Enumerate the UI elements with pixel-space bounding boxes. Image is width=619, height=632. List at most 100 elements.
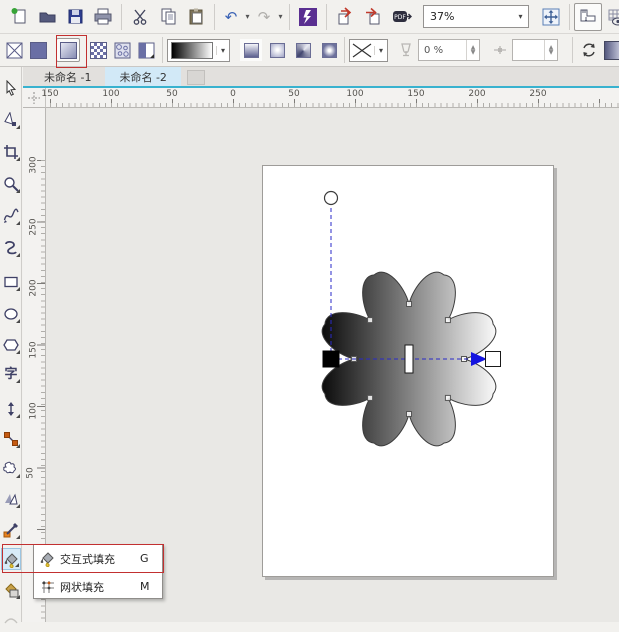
chevron-down-icon[interactable]: ▾	[216, 46, 229, 55]
tool-freehand[interactable]	[1, 205, 21, 227]
tool-polygon[interactable]	[1, 334, 21, 356]
uniform-fill-button[interactable]	[26, 38, 50, 62]
shape-node[interactable]	[445, 318, 450, 323]
paint-bucket-icon	[34, 550, 60, 567]
gradient-start-handle[interactable]	[323, 351, 339, 367]
tool-crop[interactable]	[1, 141, 21, 163]
tool-effects[interactable]	[1, 488, 21, 510]
tool-connector[interactable]	[1, 428, 21, 450]
fountain-fill-button[interactable]	[56, 38, 80, 62]
tool-interactive-fill[interactable]	[1, 548, 21, 570]
menu-item-label: 网状填充	[60, 579, 140, 595]
document-page[interactable]	[262, 165, 554, 577]
export-button[interactable]	[359, 3, 387, 31]
spinner-steppers[interactable]: ▲▼	[466, 40, 479, 60]
print-button[interactable]	[89, 3, 117, 31]
tool-smart-drawing[interactable]	[1, 237, 21, 259]
publish-pdf-button[interactable]: PDF	[387, 3, 415, 31]
gradient-style-square-button[interactable]	[318, 39, 340, 61]
menu-item-interactive-fill[interactable]: 交互式填充 G	[34, 545, 162, 572]
gradient-rotation-handle[interactable]	[325, 192, 338, 205]
texture-fill-icon	[114, 42, 131, 59]
gradient-style-radial-button[interactable]	[266, 39, 288, 61]
gradient-end-handle[interactable]	[486, 352, 501, 367]
separator	[572, 37, 573, 63]
show-rulers-button[interactable]	[574, 3, 602, 31]
undo-dropdown[interactable]: ▾	[243, 6, 252, 28]
copy-fill-properties-button[interactable]	[577, 38, 601, 62]
postscript-fill-button[interactable]	[134, 38, 158, 62]
paste-icon	[187, 7, 206, 26]
separator	[344, 37, 345, 63]
menu-item-mesh-fill[interactable]: 网状填充 M	[34, 573, 162, 600]
no-fill-button[interactable]	[2, 38, 26, 62]
gradient-midpoint-slider[interactable]	[405, 345, 413, 373]
ruler-label: 250	[29, 218, 39, 235]
tool-zoom[interactable]	[1, 173, 21, 195]
tool-smart-fill[interactable]	[1, 579, 21, 601]
pattern-fill-button[interactable]	[86, 38, 110, 62]
zoom-to-fit-button[interactable]	[537, 3, 565, 31]
separator	[214, 4, 215, 30]
gradient-arrow-icon	[471, 352, 487, 366]
paste-button[interactable]	[182, 3, 210, 31]
chevron-down-icon[interactable]: ▾	[513, 6, 528, 27]
property-bar: ▾ ▾ 0 % ▲▼ ▲▼	[0, 34, 619, 67]
gradient-style-conical-button[interactable]	[292, 39, 314, 61]
zoom-level-combobox[interactable]: 37% ▾	[423, 5, 529, 28]
spinner-steppers[interactable]: ▲▼	[544, 40, 557, 60]
crop-icon	[3, 144, 19, 160]
ruler-label: 50	[26, 467, 36, 478]
shape-node[interactable]	[445, 395, 450, 400]
text-tool-icon: 字	[4, 368, 17, 381]
tool-color-eyedropper[interactable]	[1, 519, 21, 541]
shape-node[interactable]	[407, 412, 412, 417]
gradient-style-linear-button[interactable]	[240, 39, 262, 61]
shape-node[interactable]	[407, 302, 412, 307]
redo-button[interactable]: ↷	[252, 5, 276, 29]
dimension-icon	[3, 401, 19, 417]
tool-rectangle[interactable]	[1, 271, 21, 293]
no-color-icon	[350, 42, 374, 59]
effects-icon	[3, 491, 19, 507]
menu-item-label: 交互式填充	[60, 551, 140, 567]
show-grid-button[interactable]	[602, 3, 619, 31]
edit-fill-button[interactable]	[601, 38, 619, 62]
shape-node[interactable]	[368, 318, 373, 323]
chevron-down-icon[interactable]: ▾	[374, 46, 387, 55]
node-color-dropdown[interactable]: ▾	[349, 39, 388, 62]
save-button[interactable]	[61, 3, 89, 31]
tool-blend[interactable]	[1, 458, 21, 480]
tool-dimension[interactable]	[1, 398, 21, 420]
midpoint-spinner[interactable]: ▲▼	[512, 39, 558, 61]
texture-fill-button[interactable]	[110, 38, 134, 62]
horizontal-ruler[interactable]: 150 100 50 0 50 100 150 200 250	[46, 88, 619, 108]
node-transparency-spinner[interactable]: 0 % ▲▼	[418, 39, 480, 61]
copy-button[interactable]	[154, 3, 182, 31]
tab-untitled-2[interactable]: 未命名 -2	[105, 67, 180, 86]
tool-ellipse[interactable]	[1, 303, 21, 325]
redo-dropdown[interactable]: ▾	[276, 6, 285, 28]
shape-node[interactable]	[368, 395, 373, 400]
tool-shape-edit[interactable]	[1, 109, 21, 131]
application-launcher-button[interactable]	[294, 3, 322, 31]
tool-partial[interactable]	[1, 610, 21, 632]
open-button[interactable]	[33, 3, 61, 31]
tool-pick[interactable]	[1, 77, 21, 99]
flower-drawing[interactable]	[263, 166, 553, 576]
separator	[162, 37, 163, 63]
new-document-button[interactable]	[5, 3, 33, 31]
postscript-fill-icon	[138, 42, 155, 59]
gradient-preview-dropdown[interactable]: ▾	[167, 39, 230, 62]
midpoint-button[interactable]	[488, 38, 512, 62]
cut-button[interactable]	[126, 3, 154, 31]
new-tab-button[interactable]	[187, 70, 205, 85]
import-button[interactable]	[331, 3, 359, 31]
tool-text[interactable]: 字	[1, 363, 21, 385]
ruler-label: 150	[41, 89, 58, 99]
zoom-to-fit-icon	[541, 7, 561, 27]
tab-untitled-1[interactable]: 未命名 -1	[30, 67, 105, 86]
smart-fill-icon	[3, 582, 20, 599]
undo-button[interactable]: ↶	[219, 5, 243, 29]
node-opacity-button[interactable]	[394, 38, 418, 62]
